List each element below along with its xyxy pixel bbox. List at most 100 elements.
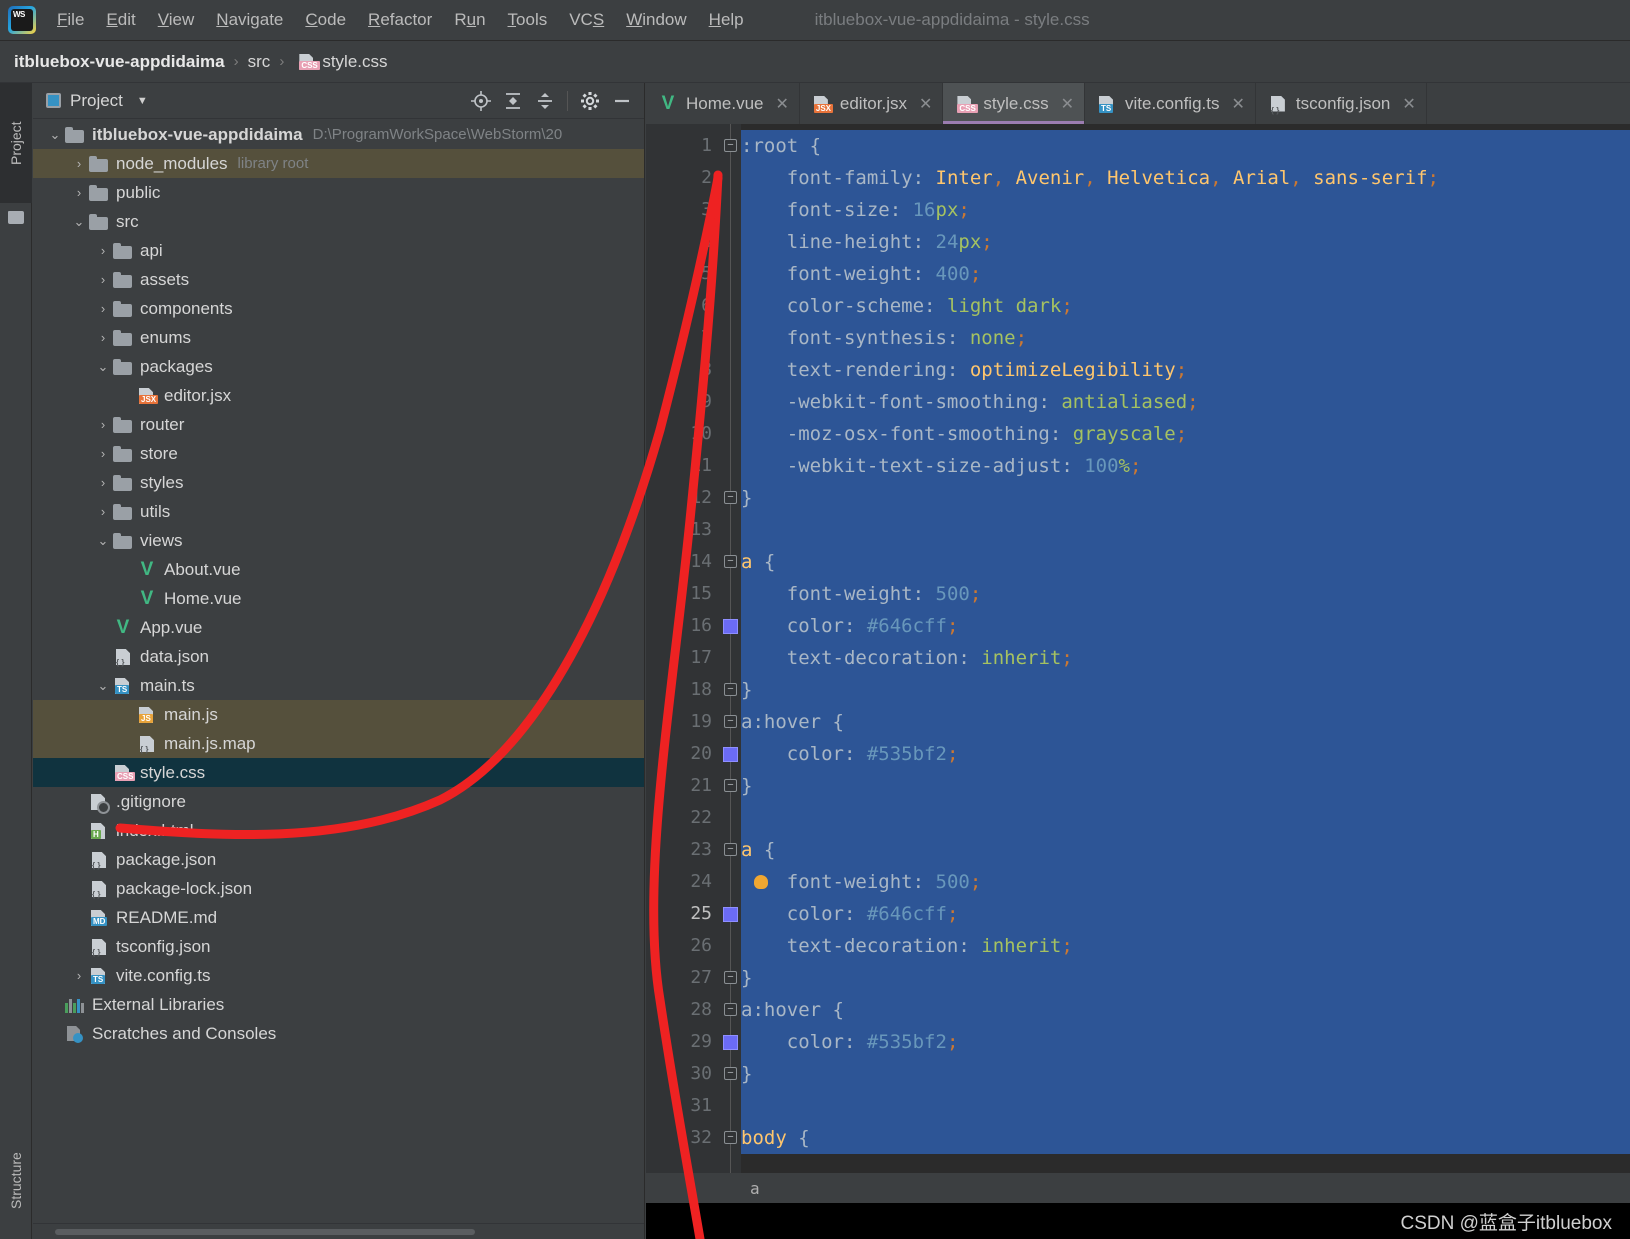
tree-item-external-libraries[interactable]: External Libraries [33,990,644,1019]
tree-item-views[interactable]: ⌄ views [33,526,644,555]
chevron-right-icon[interactable]: › [93,301,113,316]
fold-close-icon[interactable]: − [724,491,737,504]
menu-item-edit[interactable]: Edit [95,7,146,33]
code-line[interactable]: color: #646cff; [741,898,1630,930]
tree-item-components[interactable]: › components [33,294,644,323]
menu-item-run[interactable]: Run [443,7,496,33]
tree-item-about-vue[interactable]: V About.vue [33,555,644,584]
code-line[interactable]: font-weight: 500; [741,578,1630,610]
project-file-tree[interactable]: ⌄ itbluebox-vue-appdidaima D:\ProgramWorkS… [33,120,644,1213]
tree-item-utils[interactable]: › utils [33,497,644,526]
chevron-right-icon[interactable]: › [93,417,113,432]
code-line[interactable]: } [741,1058,1630,1090]
code-line[interactable]: body { [741,1122,1630,1154]
code-line[interactable]: -webkit-font-smoothing: antialiased; [741,386,1630,418]
code-line[interactable]: a { [741,834,1630,866]
code-line[interactable] [741,802,1630,834]
chevron-down-icon[interactable]: ⌄ [45,127,65,143]
code-line[interactable]: a { [741,546,1630,578]
editor-tab-editor-jsx[interactable]: JSX editor.jsx ✕ [800,83,944,124]
menu-item-file[interactable]: File [46,7,95,33]
menu-item-tools[interactable]: Tools [497,7,559,33]
tree-item-itbluebox-vue-appdidaima[interactable]: ⌄ itbluebox-vue-appdidaima D:\ProgramWorkS… [33,120,644,149]
tree-item-packages[interactable]: ⌄ packages [33,352,644,381]
editor-tab-vite-config-ts[interactable]: TS vite.config.ts ✕ [1085,83,1256,124]
color-swatch-gutter-icon[interactable] [723,907,738,922]
tree-item-readme-md[interactable]: MD README.md [33,903,644,932]
code-line[interactable]: color: #535bf2; [741,1026,1630,1058]
menu-item-window[interactable]: Window [615,7,697,33]
code-line[interactable]: text-decoration: inherit; [741,930,1630,962]
tree-item-main-js-map[interactable]: main.js.map [33,729,644,758]
chevron-right-icon[interactable]: › [69,968,89,983]
code-line[interactable]: font-size: 16px; [741,194,1630,226]
chevron-right-icon[interactable]: › [93,504,113,519]
code-line[interactable]: :root { [741,130,1630,162]
tree-item-node-modules[interactable]: › node_modules library root [33,149,644,178]
chevron-down-icon[interactable]: ⌄ [93,533,113,549]
tree-item--gitignore[interactable]: .gitignore [33,787,644,816]
chevron-down-icon[interactable]: ⌄ [93,678,113,694]
chevron-down-icon[interactable]: ⌄ [93,359,113,375]
close-icon[interactable]: ✕ [1231,94,1244,114]
color-swatch-gutter-icon[interactable] [723,747,738,762]
code-line[interactable]: color: #535bf2; [741,738,1630,770]
chevron-right-icon[interactable]: › [93,475,113,490]
close-icon[interactable]: ✕ [1402,94,1415,114]
fold-open-icon[interactable]: − [724,139,737,152]
code-line[interactable]: line-height: 24px; [741,226,1630,258]
code-line[interactable]: font-weight: 500; [741,866,1630,898]
tree-item-scratches-and-consoles[interactable]: Scratches and Consoles [33,1019,644,1048]
chevron-down-icon[interactable]: ▼ [137,95,148,107]
tree-item-styles[interactable]: › styles [33,468,644,497]
editor-bottom-breadcrumb[interactable]: a [646,1173,1630,1203]
tree-item-style-css[interactable]: CSS style.css [33,758,644,787]
tree-item-api[interactable]: › api [33,236,644,265]
code-editor[interactable]: :root { font-family: Inter, Avenir, Helv… [646,124,1630,1173]
menu-item-navigate[interactable]: Navigate [205,7,294,33]
fold-open-icon[interactable]: − [724,1131,737,1144]
code-line[interactable]: font-synthesis: none; [741,322,1630,354]
chevron-right-icon[interactable]: › [93,330,113,345]
breadcrumb-project[interactable]: itbluebox-vue-appdidaima [14,52,225,72]
editor-tab-tsconfig-json[interactable]: tsconfig.json ✕ [1256,83,1427,124]
code-line[interactable]: -moz-osx-font-smoothing: grayscale; [741,418,1630,450]
tool-window-button-project[interactable]: Project [0,83,32,203]
fold-close-icon[interactable]: − [724,971,737,984]
chevron-right-icon[interactable]: › [93,243,113,258]
menu-item-code[interactable]: Code [294,7,357,33]
code-line[interactable]: } [741,770,1630,802]
fold-open-icon[interactable]: − [724,1003,737,1016]
menu-item-view[interactable]: View [147,7,206,33]
code-line[interactable]: color-scheme: light dark; [741,290,1630,322]
expand-all-icon[interactable] [497,85,529,117]
menu-item-vcs[interactable]: VCS [558,7,615,33]
chevron-down-icon[interactable]: ⌄ [69,214,89,230]
code-line[interactable]: } [741,674,1630,706]
fold-open-icon[interactable]: − [724,555,737,568]
scrollbar-thumb[interactable] [55,1229,475,1235]
code-line[interactable]: a:hover { [741,706,1630,738]
collapse-all-icon[interactable] [529,85,561,117]
fold-close-icon[interactable]: − [724,1067,737,1080]
code-line[interactable]: text-decoration: inherit; [741,642,1630,674]
gear-icon[interactable] [574,85,606,117]
editor-tab-home-vue[interactable]: V Home.vue ✕ [646,83,800,124]
tree-item-router[interactable]: › router [33,410,644,439]
tree-item-public[interactable]: › public [33,178,644,207]
menu-item-refactor[interactable]: Refactor [357,7,443,33]
code-line[interactable]: text-rendering: optimizeLegibility; [741,354,1630,386]
code-line[interactable]: color: #646cff; [741,610,1630,642]
code-line[interactable] [741,1090,1630,1122]
breadcrumb-src[interactable]: src [248,52,271,72]
tree-item-app-vue[interactable]: V App.vue [33,613,644,642]
editor-tab-style-css[interactable]: CSS style.css ✕ [943,83,1085,124]
locate-icon[interactable] [465,85,497,117]
chevron-right-icon[interactable]: › [93,272,113,287]
code-line[interactable]: font-family: Inter, Avenir, Helvetica, A… [741,162,1630,194]
tree-item-home-vue[interactable]: V Home.vue [33,584,644,613]
tree-item-editor-jsx[interactable]: JSX editor.jsx [33,381,644,410]
code-line[interactable]: -webkit-text-size-adjust: 100%; [741,450,1630,482]
chevron-right-icon[interactable]: › [93,446,113,461]
tree-item-tsconfig-json[interactable]: tsconfig.json [33,932,644,961]
